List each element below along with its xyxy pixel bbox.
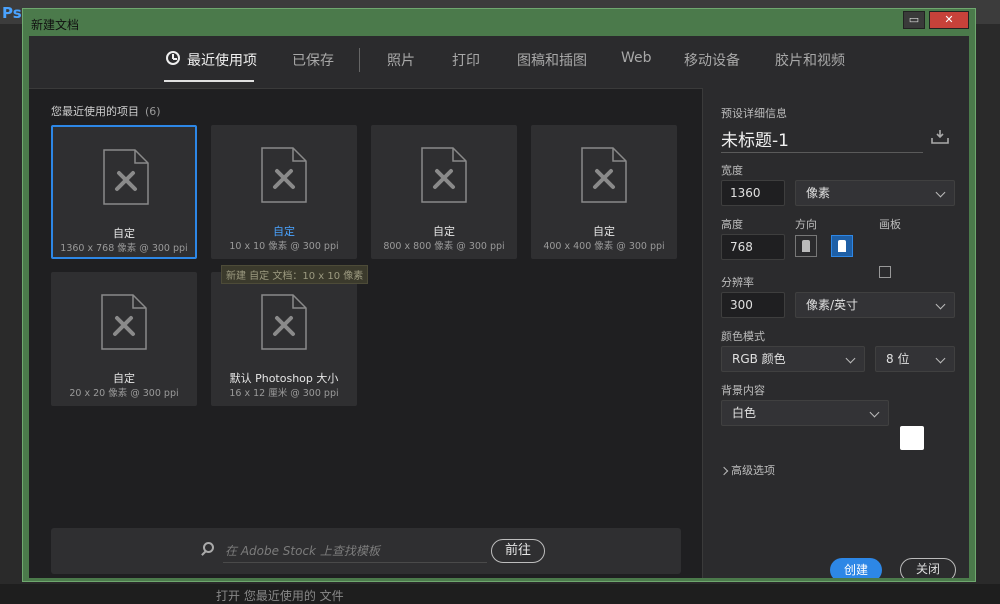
portrait-icon [802,240,810,252]
dialog-title: 新建文档 [31,18,80,32]
create-button[interactable]: 创建 [830,558,882,578]
width-label: 宽度 [721,164,743,177]
tab-mobile[interactable]: 移动设备 [684,50,740,70]
search-icon [203,542,214,553]
height-label: 高度 [721,218,743,231]
color-mode-select[interactable]: RGB 颜色 [721,346,865,372]
tile-size: 16 x 12 厘米 @ 300 ppi [229,388,339,399]
background-select[interactable]: 白色 [721,400,889,426]
tab-print[interactable]: 打印 [452,50,480,70]
chevron-right-icon [719,466,729,476]
resolution-unit-value: 像素/英寸 [806,298,859,312]
background-value: 白色 [732,406,757,420]
tile-tooltip: 新建 自定 文档：10 x 10 像素 [221,265,369,284]
background-color-swatch[interactable] [900,426,924,450]
preset-tile[interactable]: 自定 400 x 400 像素 @ 300 ppi [531,125,677,259]
orientation-label: 方向 [795,218,817,231]
recent-count: (6) [145,105,161,118]
preset-tile[interactable]: 默认 Photoshop 大小 16 x 12 厘米 @ 300 ppi [211,272,357,406]
dialog-content: 最近使用项 已保存 照片 打印 图稿和插图 Web 移动设备 胶片和视频 您最近… [29,36,969,578]
color-mode-value: RGB 颜色 [732,352,786,366]
chevron-down-icon [935,299,946,310]
tile-name: 自定 [113,372,135,385]
height-field[interactable]: 768 [721,234,785,260]
bottom-hint: 打开 您最近使用的 文件 [216,589,344,603]
window-close-button[interactable]: ✕ [929,11,969,29]
preset-tile[interactable]: 自定 10 x 10 像素 @ 300 ppi [211,125,357,259]
new-document-dialog: 新建文档 ▭ ✕ 最近使用项 已保存 照片 打印 图稿和插图 Web 移动设备 … [22,8,976,582]
resolution-field[interactable]: 300 [721,292,785,318]
color-mode-label: 颜色模式 [721,330,765,343]
preset-details-panel: 预设详细信息 未标题-1 宽度 1360 像素 高度 方向 画板 768 分辨率… [702,88,969,578]
chevron-down-icon [845,353,856,364]
tab-divider [359,48,360,72]
tab-saved[interactable]: 已保存 [292,50,334,70]
tile-name: 自定 [113,227,135,240]
tab-film-video[interactable]: 胶片和视频 [775,50,845,70]
landscape-button[interactable] [831,235,853,257]
maximize-button[interactable]: ▭ [903,11,925,29]
resolution-unit-select[interactable]: 像素/英寸 [795,292,955,318]
tab-photo[interactable]: 照片 [387,50,415,70]
tile-size: 20 x 20 像素 @ 300 ppi [69,388,179,399]
width-field[interactable]: 1360 [721,180,785,206]
advanced-options-label: 高级选项 [731,464,775,477]
tile-name: 默认 Photoshop 大小 [229,372,339,385]
tab-art-illustration[interactable]: 图稿和插图 [517,50,587,70]
clock-icon [166,51,180,65]
chevron-down-icon [935,353,946,364]
resolution-label: 分辨率 [721,276,754,289]
portrait-button[interactable] [795,235,817,257]
tab-web[interactable]: Web [621,50,652,66]
document-icon [581,147,627,203]
advanced-options-toggle[interactable]: 高级选项 [719,462,775,478]
document-icon [103,149,149,205]
category-tabs: 最近使用项 已保存 照片 打印 图稿和插图 Web 移动设备 胶片和视频 [29,36,969,89]
document-icon [101,294,147,350]
document-icon [261,147,307,203]
landscape-icon [838,240,846,252]
document-icon [421,147,467,203]
artboard-checkbox[interactable] [879,266,891,278]
close-button[interactable]: 关闭 [900,558,956,578]
recent-heading-label: 您最近使用的项目 [51,105,139,118]
artboard-label: 画板 [879,218,901,231]
active-tab-indicator [164,80,254,82]
tile-name: 自定 [273,225,295,238]
tile-name: 自定 [433,225,455,238]
name-underline [721,152,923,153]
stock-search-input[interactable] [223,540,487,563]
tab-recent[interactable]: 最近使用项 [187,50,257,70]
width-unit-select[interactable]: 像素 [795,180,955,206]
dialog-title-bar: 新建文档 ▭ ✕ [23,9,975,35]
preset-tile[interactable]: 自定 1360 x 768 像素 @ 300 ppi [51,125,197,259]
save-preset-icon[interactable] [931,130,949,144]
tile-size: 10 x 10 像素 @ 300 ppi [229,241,339,252]
document-icon [261,294,307,350]
tile-size: 800 x 800 像素 @ 300 ppi [383,241,505,252]
bit-depth-value: 8 位 [886,352,910,366]
tile-size: 400 x 400 像素 @ 300 ppi [543,241,665,252]
chevron-down-icon [935,187,946,198]
width-unit-value: 像素 [806,186,831,200]
tile-name: 自定 [593,225,615,238]
app-statusbar: 打开 您最近使用的 文件 [0,584,1000,604]
bit-depth-select[interactable]: 8 位 [875,346,955,372]
tile-size: 1360 x 768 像素 @ 300 ppi [60,243,188,254]
background-label: 背景内容 [721,384,765,397]
photoshop-logo: Ps [2,4,22,22]
preset-tile[interactable]: 自定 800 x 800 像素 @ 300 ppi [371,125,517,259]
chevron-down-icon [869,407,880,418]
document-name[interactable]: 未标题-1 [721,126,789,151]
stock-search-bar: 前往 [51,528,681,574]
go-button[interactable]: 前往 [491,539,545,563]
recent-heading: 您最近使用的项目 (6) [51,103,161,119]
preset-heading: 预设详细信息 [721,107,787,120]
preset-tile[interactable]: 自定 20 x 20 像素 @ 300 ppi [51,272,197,406]
